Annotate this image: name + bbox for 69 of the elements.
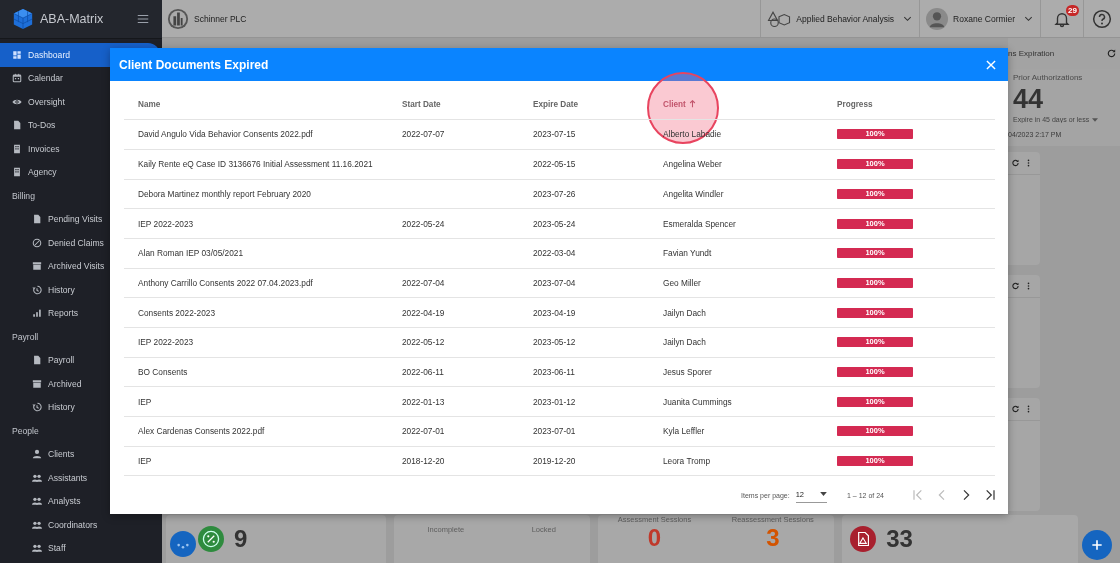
sidebar-section-title: People: [12, 424, 39, 438]
table-cell: 2023-05-24: [533, 218, 576, 229]
table-cell: 2022-01-13: [402, 396, 445, 407]
table-cell: 2023-01-12: [533, 396, 576, 407]
table-cell: 2023-04-19: [533, 307, 576, 318]
table-cell: Kaily Rente eQ Case ID 3136676 Initial Assessment 11.16.2021: [138, 159, 373, 170]
table-cell: 2023-07-01: [533, 426, 576, 437]
table-cell: 2018-12-20: [402, 456, 445, 467]
sidebar-section-title: Billing: [12, 189, 35, 203]
stat-value: 33: [886, 525, 913, 553]
sidebar-section-title: Payroll: [12, 330, 39, 344]
table-cell: 2022-05-12: [402, 337, 445, 348]
table-cell: 2022-07-01: [402, 426, 445, 437]
practice-selector[interactable]: Applied Behavior Analysis: [760, 0, 920, 37]
column-header[interactable]: Name: [138, 99, 161, 109]
table-cell: BO Consents: [138, 367, 188, 377]
card-title: Prior Authorizations: [1013, 73, 1084, 83]
sidebar-item[interactable]: Invoices: [0, 137, 162, 161]
table-cell: Jailyn Dach: [663, 307, 706, 318]
table-cell: Angelita Windler: [663, 188, 724, 199]
user-menu[interactable]: Roxane Cormier: [919, 0, 1040, 37]
column-header[interactable]: Progress: [837, 99, 873, 109]
table-cell: IEP 2022-2023: [138, 337, 194, 348]
table-cell: 2022-04-19: [402, 307, 445, 318]
table-cell: IEP 2022-2023: [138, 218, 194, 229]
stat-value: 0: [647, 524, 662, 552]
table-cell: Anthony Carrillo Consents 2022 07.04.2023.pdf: [138, 277, 313, 288]
stat-value: 44: [1013, 83, 1045, 117]
organization-name: Schinner PLC: [194, 13, 247, 24]
table-cell: IEP: [138, 396, 152, 407]
table-cell: Jailyn Dach: [663, 337, 706, 348]
notification-badge: 29: [1066, 5, 1079, 16]
table-cell: Favian Yundt: [663, 248, 712, 259]
table-cell: 2022-06-11: [402, 367, 444, 377]
notifications-button[interactable]: 29: [1040, 0, 1083, 37]
table-cell: Leora Tromp: [663, 456, 711, 467]
table-cell: Jesus Sporer: [663, 367, 712, 377]
table-cell: 2023-07-26: [533, 188, 576, 199]
table-cell: 2023-06-11: [533, 367, 575, 377]
table-cell: Esmeralda Spencer: [663, 218, 736, 229]
table-cell: Geo Miller: [663, 277, 701, 288]
table-cell: Angelina Weber: [663, 159, 722, 170]
sidebar-item[interactable]: Staff: [0, 536, 162, 560]
stat-value: 9: [234, 525, 248, 553]
table-cell: Juanita Cummings: [663, 396, 732, 407]
column-header[interactable]: Start Date: [402, 99, 441, 109]
table-cell: Kyla Leffler: [663, 426, 705, 437]
table-cell: Alan Roman IEP 03/05/2021: [138, 248, 243, 259]
sidebar-item[interactable]: Coordinators: [0, 513, 162, 537]
table-cell: 2022-07-07: [402, 129, 445, 140]
table-cell: 2023-07-04: [533, 277, 576, 288]
table-cell: IEP: [138, 456, 152, 467]
app-name: ABA-Matrix: [40, 12, 105, 26]
table-cell: 2022-05-15: [533, 159, 576, 170]
stat-value: 3: [766, 524, 780, 552]
table-cell: 2022-05-24: [402, 218, 445, 229]
section-title: ns Expiration: [1008, 49, 1055, 59]
table-cell: 2019-12-20: [533, 456, 576, 467]
sidebar-item[interactable]: Assistants: [0, 466, 162, 490]
table-cell: 2022-03-04: [533, 248, 576, 259]
sidebar-item[interactable]: Analysts: [0, 489, 162, 513]
table-cell: 2022-07-04: [402, 277, 445, 288]
table-cell: Consents 2022-2023: [138, 307, 216, 318]
table-cell: 2023-05-12: [533, 337, 576, 348]
table-cell: 2023-07-15: [533, 129, 576, 140]
table-cell: Alex Cardenas Consents 2022.pdf: [138, 426, 265, 437]
table-cell: David Angulo Vida Behavior Consents 2022.pdf: [138, 129, 313, 140]
column-header[interactable]: Expire Date: [533, 99, 579, 109]
table-cell: Debora Martinez monthly report February 2020: [138, 188, 311, 199]
